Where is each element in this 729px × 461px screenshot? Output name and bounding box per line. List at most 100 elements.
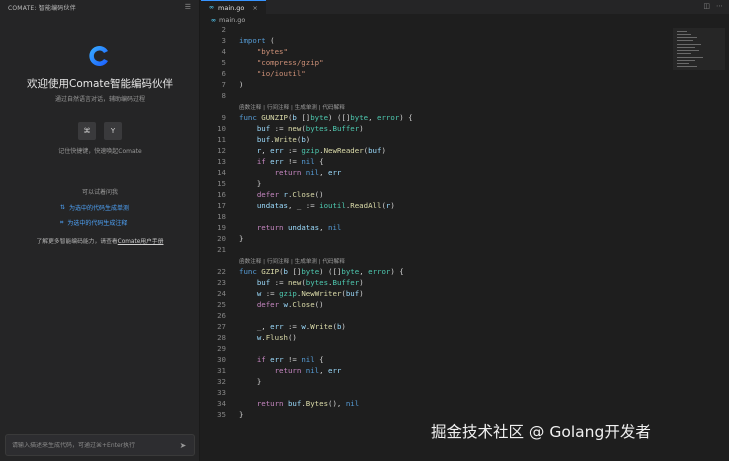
line-number: 24	[217, 289, 226, 298]
code-line: 24 w := gzip.NewWriter(buf)	[201, 289, 671, 300]
welcome-title: 欢迎使用Comate智能编码伙伴	[27, 78, 173, 90]
sidebar-header: COMATE: 智能编码伙伴 ☰	[0, 0, 199, 14]
line-number: 6	[221, 69, 226, 78]
line-number: 30	[217, 355, 226, 364]
line-number: 7	[221, 80, 226, 89]
split-editor-icon[interactable]: ◫	[703, 2, 710, 10]
tab-main-go[interactable]: ∞ main.go ×	[201, 0, 266, 14]
code-line: 28 w.Flush()	[201, 333, 671, 344]
codelens-actions[interactable]: 函数注释 | 行间注释 | 生成单测 | 代码解释	[239, 103, 345, 111]
line-number: 16	[217, 190, 226, 199]
line-number: 28	[217, 333, 226, 342]
line-number: 10	[217, 124, 226, 133]
code-line: 30 if err != nil {	[201, 355, 671, 366]
go-file-icon: ∞	[209, 4, 214, 11]
line-number: 9	[221, 113, 226, 122]
try-asking-label: 可以试着问我	[81, 189, 118, 196]
code-line: 17 undatas, _ := ioutil.ReadAll(r)	[201, 201, 671, 212]
code-line: 25 defer w.Close()	[201, 300, 671, 311]
line-number: 21	[217, 245, 226, 254]
line-number: 19	[217, 223, 226, 232]
code-line: 3 import (	[201, 36, 671, 47]
code-line: 5 "compress/gzip"	[201, 58, 671, 69]
line-number: 4	[221, 47, 226, 56]
line-number: 31	[217, 366, 226, 375]
line-number: 29	[217, 344, 226, 353]
more-actions-icon[interactable]: ⋯	[716, 2, 723, 10]
welcome-subtitle: 通过自然语言对话，辅助编码过程	[54, 96, 145, 103]
code-line: 6 "io/ioutil"	[201, 69, 671, 80]
code-line: 19 return undatas, nil	[201, 223, 671, 234]
code-line: 26	[201, 311, 671, 322]
line-number: 13	[217, 157, 226, 166]
go-file-icon: ∞	[211, 16, 216, 24]
chat-input-box: ➤	[5, 434, 195, 456]
line-number: 25	[217, 300, 226, 309]
code-line: 2	[201, 25, 671, 36]
code-line: 9 func GUNZIP(b []byte) ([]byte, error) {	[201, 113, 671, 124]
code-line: 32 }	[201, 377, 671, 388]
shortcut-hint: 记住快捷键，快速唤起Comate	[58, 148, 142, 155]
comment-icon: ⌗	[60, 218, 64, 226]
code-line: 10 buf := new(bytes.Buffer)	[201, 124, 671, 135]
shortcut-keycaps: ⌘ Y	[0, 122, 200, 140]
code-line: 13 if err != nil {	[201, 157, 671, 168]
comate-sidebar: COMATE: 智能编码伙伴 ☰ 欢迎使用Comate智能编码伙伴 通过自然语言…	[0, 0, 200, 461]
code-line: 4 "bytes"	[201, 47, 671, 58]
learn-more-text: 了解更多智能编码能力，请查看Comate用户手册	[0, 236, 200, 245]
code-line: 33	[201, 388, 671, 399]
code-line: 11 buf.Write(b)	[201, 135, 671, 146]
learn-more-prefix: 了解更多智能编码能力，请查看	[36, 239, 118, 245]
code-line: 34 return buf.Bytes(), nil	[201, 399, 671, 410]
suggestion-unit-test[interactable]: ⇅ 为选中的代码生成单测	[60, 203, 129, 212]
editor-actions: ◫ ⋯	[703, 2, 723, 10]
code-line: 22 func GZIP(b []byte) ([]byte, error) {	[201, 267, 671, 278]
code-line: 15 }	[201, 179, 671, 190]
line-number: 32	[217, 377, 226, 386]
line-number: 14	[217, 168, 226, 177]
code-line: 27 _, err := w.Write(b)	[201, 322, 671, 333]
line-number: 33	[217, 388, 226, 397]
line-number: 22	[217, 267, 226, 276]
codelens-actions[interactable]: 函数注释 | 行间注释 | 生成单测 | 代码解释	[239, 257, 345, 265]
chat-input[interactable]	[12, 441, 178, 449]
send-icon[interactable]: ➤	[178, 440, 188, 450]
code-line: 29	[201, 344, 671, 355]
code-line: 14 return nil, err	[201, 168, 671, 179]
code-line: 7)	[201, 80, 671, 91]
breadcrumb-file[interactable]: main.go	[219, 16, 245, 24]
sidebar-title: COMATE: 智能编码伙伴	[8, 4, 76, 12]
line-number: 26	[217, 311, 226, 320]
line-number: 2	[221, 25, 226, 34]
line-number: 35	[217, 410, 226, 419]
line-number: 23	[217, 278, 226, 287]
line-number: 15	[217, 179, 226, 188]
line-number: 8	[221, 91, 226, 100]
line-number: 11	[217, 135, 226, 144]
code-line: 8	[201, 91, 671, 102]
line-number: 27	[217, 322, 226, 331]
line-number: 17	[217, 201, 226, 210]
tab-bar: ∞ main.go × ◫ ⋯	[201, 0, 729, 14]
close-icon[interactable]: ×	[252, 4, 257, 12]
tab-label: main.go	[218, 3, 245, 12]
code-line: 31 return nil, err	[201, 366, 671, 377]
line-number: 34	[217, 399, 226, 408]
line-number: 18	[217, 212, 226, 221]
suggestion-comment[interactable]: ⌗ 为选中的代码生成注释	[60, 218, 128, 228]
suggestion-label: 为选中的代码生成单测	[69, 205, 130, 212]
code-line: 23 buf := new(bytes.Buffer)	[201, 278, 671, 289]
comate-logo-icon	[89, 46, 108, 66]
user-manual-link[interactable]: Comate用户手册	[118, 239, 164, 245]
code-line: 16 defer r.Close()	[201, 190, 671, 201]
y-keycap: Y	[104, 122, 122, 140]
code-line: 18	[201, 212, 671, 223]
minimap[interactable]	[673, 28, 725, 70]
line-number: 3	[221, 36, 226, 45]
code-line: 12 r, err := gzip.NewReader(buf)	[201, 146, 671, 157]
suggestion-label: 为选中的代码生成注释	[67, 220, 128, 227]
code-line: 20}	[201, 234, 671, 245]
code-line: 21	[201, 245, 671, 256]
sidebar-menu-icon[interactable]: ☰	[185, 3, 191, 11]
line-number: 20	[217, 234, 226, 243]
